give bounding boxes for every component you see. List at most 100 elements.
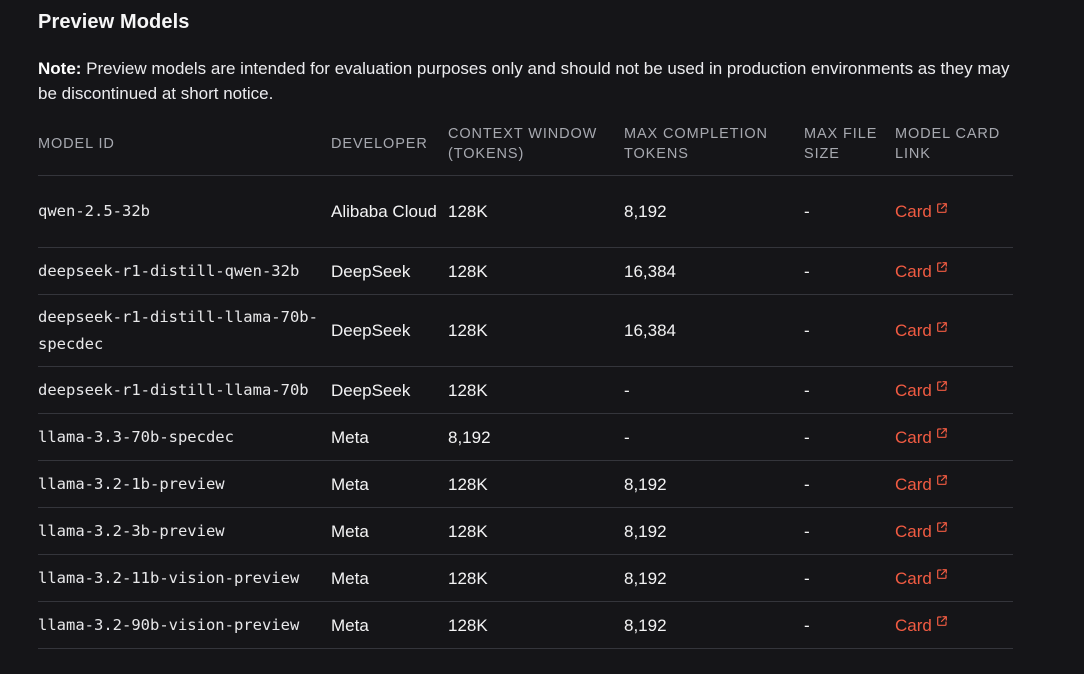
developer-cell: Meta — [331, 460, 448, 508]
card-link-label: Card — [895, 380, 932, 400]
model-card-link[interactable]: Card — [895, 199, 948, 224]
model-card-link[interactable]: Card — [895, 259, 948, 284]
max-file-size-cell: - — [804, 507, 895, 555]
header-developer: DEVELOPER — [331, 112, 448, 176]
model-card-link[interactable]: Card — [895, 519, 948, 544]
model-card-cell: Card — [895, 507, 1013, 555]
developer-cell: Alibaba Cloud — [331, 175, 448, 248]
table-row: deepseek-r1-distill-qwen-32b DeepSeek 12… — [38, 247, 1013, 295]
model-id-cell: llama-3.2-3b-preview — [38, 507, 331, 555]
model-id-cell: llama-3.2-1b-preview — [38, 460, 331, 508]
model-card-cell: Card — [895, 460, 1013, 508]
model-card-link[interactable]: Card — [895, 318, 948, 343]
context-window-cell: 128K — [448, 294, 624, 367]
max-file-size-cell: - — [804, 294, 895, 367]
table-row: deepseek-r1-distill-llama-70b-specdec De… — [38, 294, 1013, 367]
card-link-label: Card — [895, 615, 932, 635]
context-window-cell: 8,192 — [448, 413, 624, 461]
external-link-icon — [936, 428, 947, 438]
developer-cell: DeepSeek — [331, 247, 448, 295]
external-link-icon — [936, 475, 947, 485]
model-id-cell: llama-3.2-11b-vision-preview — [38, 554, 331, 602]
table-header-row: MODEL ID DEVELOPER CONTEXT WINDOW (TOKEN… — [38, 112, 1013, 176]
preview-models-section: Preview Models Note: Preview models are … — [0, 0, 1084, 674]
header-max-file-size: MAX FILE SIZE — [804, 112, 895, 176]
model-id-cell: qwen-2.5-32b — [38, 175, 331, 248]
table-row: qwen-2.5-32b Alibaba Cloud 128K 8,192 - … — [38, 175, 1013, 248]
model-card-link[interactable]: Card — [895, 472, 948, 497]
developer-cell: Meta — [331, 413, 448, 461]
table-row: llama-3.2-90b-vision-preview Meta 128K 8… — [38, 601, 1013, 649]
max-completion-cell: 8,192 — [624, 507, 804, 555]
context-window-cell: 128K — [448, 175, 624, 248]
model-card-link[interactable]: Card — [895, 378, 948, 403]
model-id-cell: llama-3.3-70b-specdec — [38, 413, 331, 461]
context-window-cell: 128K — [448, 366, 624, 414]
section-title: Preview Models — [38, 11, 190, 33]
external-link-icon — [936, 616, 947, 626]
max-completion-cell: 16,384 — [624, 247, 804, 295]
max-completion-cell: - — [624, 366, 804, 414]
external-link-icon — [936, 321, 947, 332]
model-id-cell: deepseek-r1-distill-llama-70b — [38, 366, 331, 414]
developer-cell: Meta — [331, 601, 448, 649]
max-completion-cell: 16,384 — [624, 294, 804, 367]
card-link-label: Card — [895, 321, 932, 340]
card-link-label: Card — [895, 427, 932, 447]
header-max-completion: MAX COMPLETION TOKENS — [624, 112, 804, 176]
table-row: llama-3.3-70b-specdec Meta 8,192 - - Car… — [38, 413, 1013, 461]
external-link-icon — [936, 522, 947, 532]
developer-cell: Meta — [331, 507, 448, 555]
note-text: Preview models are intended for evaluati… — [38, 59, 1010, 103]
external-link-icon — [936, 381, 947, 391]
card-link-label: Card — [895, 474, 932, 494]
max-completion-cell: - — [624, 413, 804, 461]
model-card-cell: Card — [895, 366, 1013, 414]
developer-cell: DeepSeek — [331, 294, 448, 367]
context-window-cell: 128K — [448, 507, 624, 555]
max-file-size-cell: - — [804, 175, 895, 248]
developer-cell: Meta — [331, 554, 448, 602]
max-completion-cell: 8,192 — [624, 460, 804, 508]
max-completion-cell: 8,192 — [624, 601, 804, 649]
model-card-cell: Card — [895, 601, 1013, 649]
table-row: deepseek-r1-distill-llama-70b DeepSeek 1… — [38, 366, 1013, 414]
card-link-label: Card — [895, 261, 932, 281]
table-row: llama-3.2-1b-preview Meta 128K 8,192 - C… — [38, 460, 1013, 508]
model-id-cell: llama-3.2-90b-vision-preview — [38, 601, 331, 649]
card-link-label: Card — [895, 202, 932, 221]
model-card-cell: Card — [895, 554, 1013, 602]
note-label: Note: — [38, 59, 82, 78]
context-window-cell: 128K — [448, 247, 624, 295]
model-id-cell: deepseek-r1-distill-llama-70b-specdec — [38, 294, 331, 367]
header-model-card: MODEL CARD LINK — [895, 112, 1013, 176]
context-window-cell: 128K — [448, 460, 624, 508]
preview-note: Note: Preview models are intended for ev… — [38, 56, 1018, 106]
max-file-size-cell: - — [804, 601, 895, 649]
max-file-size-cell: - — [804, 413, 895, 461]
preview-models-table: MODEL ID DEVELOPER CONTEXT WINDOW (TOKEN… — [38, 112, 1013, 649]
context-window-cell: 128K — [448, 554, 624, 602]
header-context-window: CONTEXT WINDOW (TOKENS) — [448, 112, 624, 176]
card-link-label: Card — [895, 568, 932, 588]
model-card-link[interactable]: Card — [895, 613, 948, 638]
model-card-link[interactable]: Card — [895, 425, 948, 450]
model-id-cell: deepseek-r1-distill-qwen-32b — [38, 247, 331, 295]
max-file-size-cell: - — [804, 247, 895, 295]
external-link-icon — [936, 262, 947, 272]
table-row: llama-3.2-3b-preview Meta 128K 8,192 - C… — [38, 507, 1013, 555]
table-row: llama-3.2-11b-vision-preview Meta 128K 8… — [38, 554, 1013, 602]
model-card-cell: Card — [895, 294, 1013, 367]
card-link-label: Card — [895, 521, 932, 541]
header-model-id: MODEL ID — [38, 112, 331, 176]
model-card-cell: Card — [895, 413, 1013, 461]
developer-cell: DeepSeek — [331, 366, 448, 414]
external-link-icon — [936, 202, 947, 213]
max-completion-cell: 8,192 — [624, 175, 804, 248]
max-file-size-cell: - — [804, 460, 895, 508]
external-link-icon — [936, 569, 947, 579]
max-file-size-cell: - — [804, 554, 895, 602]
max-file-size-cell: - — [804, 366, 895, 414]
context-window-cell: 128K — [448, 601, 624, 649]
model-card-link[interactable]: Card — [895, 566, 948, 591]
